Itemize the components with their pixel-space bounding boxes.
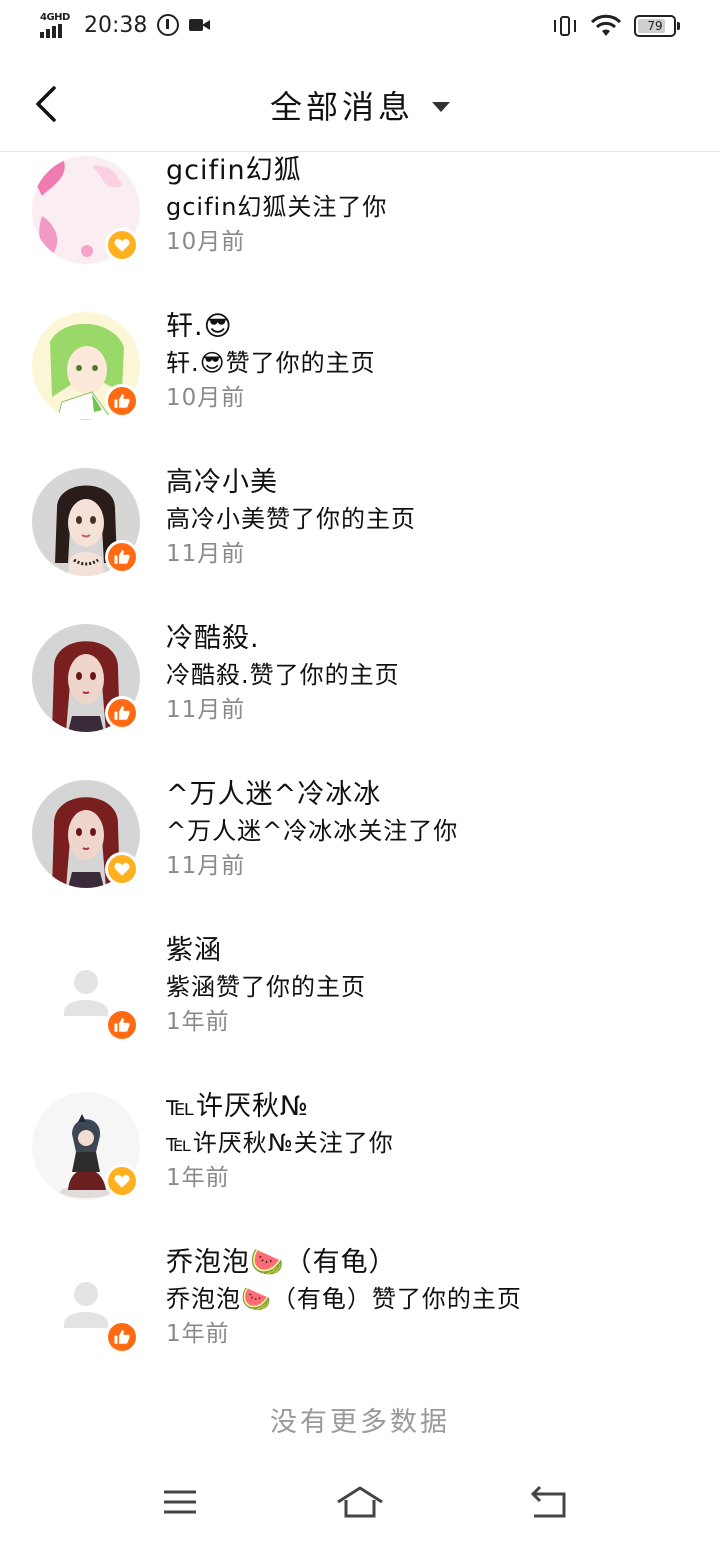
- sender-name[interactable]: 轩.😎: [166, 310, 686, 344]
- message-action-text: 紫涵赞了你的主页: [166, 973, 366, 1001]
- vibrate-icon: [552, 14, 578, 38]
- page-title: 全部消息: [269, 88, 414, 126]
- message-action-text: ^万人迷^冷冰冰关注了你: [166, 817, 459, 845]
- message-item[interactable]: 乔泡泡🍉（有龟） 乔泡泡🍉（有龟）赞了你的主页 1年前: [0, 1244, 720, 1400]
- message-action-text: 轩.😎赞了你的主页: [166, 349, 376, 377]
- message-text-block: 冷酷殺. 冷酷殺.赞了你的主页 11月前: [166, 622, 686, 726]
- message-filter-dropdown[interactable]: 全部消息: [0, 82, 720, 128]
- message-action-text: 高冷小美赞了你的主页: [166, 505, 416, 533]
- wifi-icon: [590, 14, 622, 36]
- battery-icon: 79: [634, 15, 680, 37]
- network-type: 4GHD: [40, 12, 70, 23]
- message-time: 1年前: [166, 1009, 230, 1035]
- message-item[interactable]: 轩.😎 轩.😎赞了你的主页 10月前: [0, 308, 720, 464]
- message-action-text: 冷酷殺.赞了你的主页: [166, 661, 400, 689]
- status-time: 20:38: [84, 12, 148, 38]
- thumbs-up-icon: [105, 384, 139, 418]
- message-text-block: 高冷小美高冷小美赞了你的主页 11月前: [166, 466, 686, 570]
- message-text-block: gcifin幻狐 gcifin幻狐关注了你 10月前: [166, 154, 686, 258]
- heart-icon: [105, 1164, 139, 1198]
- thumbs-up-icon: [105, 1008, 139, 1042]
- message-item[interactable]: 紫涵紫涵赞了你的主页 1年前: [0, 932, 720, 1088]
- message-action-text: gcifin幻狐关注了你: [166, 193, 388, 221]
- sender-name[interactable]: 冷酷殺.: [166, 622, 686, 656]
- back-nav-button[interactable]: [520, 1480, 580, 1524]
- caret-down-icon: [432, 102, 450, 112]
- home-icon: [337, 1486, 383, 1518]
- message-text-block: 紫涵紫涵赞了你的主页 1年前: [166, 934, 686, 1038]
- message-time: 11月前: [166, 541, 246, 567]
- return-icon: [530, 1485, 566, 1518]
- no-more-data-label: 没有更多数据: [270, 1407, 450, 1438]
- message-text-block: 轩.😎 轩.😎赞了你的主页 10月前: [166, 310, 686, 414]
- sender-name[interactable]: ^万人迷^冷冰冰: [166, 778, 686, 812]
- home-button[interactable]: [330, 1480, 390, 1524]
- message-item[interactable]: 高冷小美高冷小美赞了你的主页 11月前: [0, 464, 720, 620]
- message-time: 1年前: [166, 1165, 230, 1191]
- video-camera-icon: [189, 17, 211, 33]
- thumbs-up-icon: [105, 1320, 139, 1354]
- message-item[interactable]: 冷酷殺. 冷酷殺.赞了你的主页 11月前: [0, 620, 720, 776]
- heart-icon: [105, 852, 139, 886]
- message-item[interactable]: gcifin幻狐 gcifin幻狐关注了你 10月前: [0, 152, 720, 308]
- message-text-block: ^万人迷^冷冰冰 ^万人迷^冷冰冰关注了你 11月前: [166, 778, 686, 882]
- battery-level: 79: [647, 19, 663, 33]
- message-time: 11月前: [166, 697, 246, 723]
- message-item[interactable]: ^万人迷^冷冰冰 ^万人迷^冷冰冰关注了你 11月前: [0, 776, 720, 932]
- cellular-signal-icon: 4GHD: [40, 12, 70, 38]
- message-time: 10月前: [166, 385, 246, 411]
- sender-name[interactable]: gcifin幻狐: [166, 154, 686, 188]
- message-time: 1年前: [166, 1321, 230, 1347]
- message-item[interactable]: ℡许厌秋№ ℡许厌秋№关注了你 1年前: [0, 1088, 720, 1244]
- message-list: gcifin幻狐 gcifin幻狐关注了你 10月前 轩.😎 轩.😎赞了你的主页 10月前…: [0, 152, 720, 1400]
- message-text-block: 乔泡泡🍉（有龟） 乔泡泡🍉（有龟）赞了你的主页 1年前: [166, 1246, 686, 1350]
- top-app-bar: 全部消息: [0, 56, 720, 152]
- heart-icon: [105, 228, 139, 262]
- thumbs-up-icon: [105, 696, 139, 730]
- menu-button[interactable]: [150, 1480, 210, 1524]
- message-time: 11月前: [166, 853, 246, 879]
- message-time: 10月前: [166, 229, 246, 255]
- sender-name[interactable]: 紫涵: [166, 934, 686, 968]
- sender-name[interactable]: 乔泡泡🍉（有龟）: [166, 1246, 686, 1280]
- sender-name[interactable]: ℡许厌秋№: [166, 1090, 686, 1124]
- system-nav-bar: [0, 1460, 720, 1544]
- thumbs-up-icon: [105, 540, 139, 574]
- menu-icon: [164, 1490, 196, 1514]
- sender-name[interactable]: 高冷小美: [166, 466, 686, 500]
- message-text-block: ℡许厌秋№ ℡许厌秋№关注了你 1年前: [166, 1090, 686, 1194]
- message-action-text: ℡许厌秋№关注了你: [166, 1129, 394, 1157]
- notification-circle-icon: [157, 14, 180, 36]
- status-bar: 4GHD 20:38 79: [0, 0, 720, 56]
- message-action-text: 乔泡泡🍉（有龟）赞了你的主页: [166, 1285, 522, 1313]
